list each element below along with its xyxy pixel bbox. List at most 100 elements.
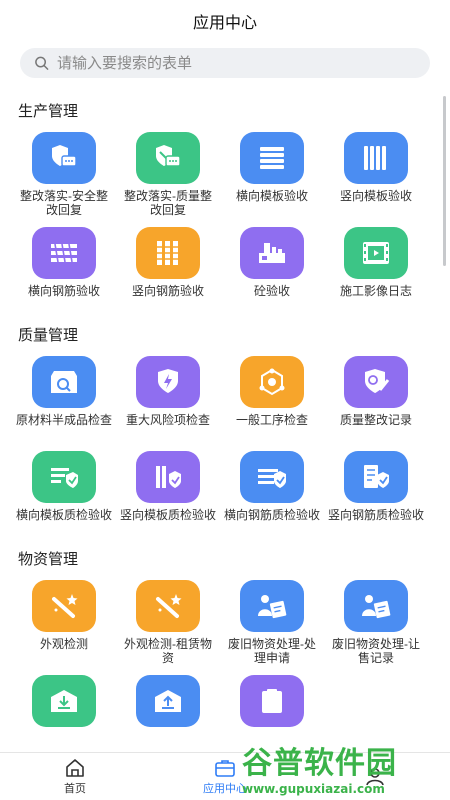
app-item[interactable]: 横向模板质检验收 [12, 451, 116, 536]
search-bar [0, 42, 450, 86]
app-tile[interactable] [344, 580, 408, 632]
app-label: 废旧物资处理-让售记录 [332, 637, 420, 665]
magic-wand-icon [52, 594, 78, 618]
box-search-icon [51, 371, 77, 393]
section-title: 生产管理 [18, 103, 79, 120]
app-item[interactable]: 重大风险项检查 [116, 356, 220, 441]
section-title: 物资管理 [18, 551, 79, 568]
app-tile[interactable] [136, 451, 200, 503]
app-grid: 整改落实-安全整改回复 整改落实-质量整改回复 横向模板验收 竖向模板验收横向钢筋验收… [0, 132, 450, 312]
rebar-check-icon [258, 469, 286, 488]
film-icon [363, 242, 389, 264]
app-label: 横向模板质检验收 [16, 508, 113, 522]
app-grid: 外观检测 外观检测-租赁物资 废旧物资处理-处理申请 废旧物资处理-让售记录 [0, 580, 450, 752]
app-label [120, 732, 216, 752]
app-tile[interactable] [32, 356, 96, 408]
shield-chat-icon [52, 145, 77, 167]
vertical-bars-icon [364, 146, 386, 170]
shield-bolt-icon [158, 369, 178, 393]
app-item[interactable] [220, 675, 324, 752]
app-item[interactable]: 外观检测 [12, 580, 116, 665]
app-label: 横向模板验收 [235, 189, 308, 203]
app-item[interactable]: 施工影像日志 [324, 227, 428, 312]
wrench-chat-icon [156, 145, 181, 167]
app-item[interactable]: 整改落实-质量整改回复 [116, 132, 220, 217]
app-item[interactable]: 一般工序检查 [220, 356, 324, 441]
app-item[interactable]: 废旧物资处理-处理申请 [220, 580, 324, 665]
search-icon [35, 56, 49, 70]
tab-home-label: 首页 [64, 782, 86, 795]
app-label: 竖向模板验收 [339, 189, 412, 203]
tab-profile[interactable] [300, 753, 450, 800]
app-tile[interactable] [344, 132, 408, 184]
app-item[interactable]: 整改落实-安全整改回复 [12, 132, 116, 217]
app-label [16, 732, 112, 752]
list-check-icon [51, 468, 78, 488]
app-item[interactable]: 竖向钢筋验收 [116, 227, 220, 312]
search-input[interactable] [57, 54, 416, 72]
app-label: 竖向钢筋质检验收 [328, 508, 425, 522]
app-tile[interactable] [32, 675, 96, 727]
person-doc-icon [258, 595, 287, 619]
briefcase-icon [215, 759, 235, 777]
hexagon-nodes-icon [259, 368, 285, 396]
app-label: 施工影像日志 [339, 284, 412, 298]
app-item[interactable] [116, 675, 220, 752]
app-item[interactable]: 竖向模板质检验收 [116, 451, 220, 536]
app-item[interactable]: 竖向模板验收 [324, 132, 428, 217]
app-tile[interactable] [136, 675, 200, 727]
app-grid: 原材料半成品检查 重大风险项检查 一般工序检查 质量整改记录横向模板质检验收 竖向模板质… [0, 356, 450, 536]
user-icon [366, 767, 384, 785]
app-item[interactable]: 砼验收 [220, 227, 324, 312]
magic-wand-icon [156, 594, 182, 618]
doc-check-icon [364, 465, 389, 488]
app-item[interactable]: 横向钢筋验收 [12, 227, 116, 312]
app-tile[interactable] [32, 227, 96, 279]
rebar-vertical-icon [157, 241, 178, 265]
bars-check-icon [156, 466, 181, 488]
tab-home[interactable]: 首页 [0, 753, 150, 800]
person-doc-icon [362, 595, 391, 619]
app-tile[interactable] [136, 227, 200, 279]
app-label: 整改落实-质量整改回复 [124, 189, 212, 217]
scrollbar[interactable] [443, 96, 446, 266]
tab-app-center[interactable]: 应用中心 [150, 753, 300, 800]
app-label: 废旧物资处理-处理申请 [228, 637, 316, 665]
tab-app-center-label: 应用中心 [203, 782, 247, 795]
search-box[interactable] [20, 48, 430, 78]
app-tile[interactable] [240, 675, 304, 727]
app-item[interactable]: 外观检测-租赁物资 [116, 580, 220, 665]
app-tile[interactable] [32, 451, 96, 503]
app-label: 横向钢筋验收 [27, 284, 100, 298]
app-tile[interactable] [344, 227, 408, 279]
app-item[interactable]: 竖向钢筋质检验收 [324, 451, 428, 536]
section-title: 质量管理 [18, 327, 79, 344]
page-title: 应用中心 [192, 15, 257, 32]
app-item[interactable]: 质量整改记录 [324, 356, 428, 441]
app-tile[interactable] [240, 451, 304, 503]
horizontal-bars-icon [260, 147, 284, 169]
app-list[interactable]: 生产管理整改落实-安全整改回复 整改落实-质量整改回复 横向模板验收 竖向模板验收横向… [0, 88, 450, 752]
app-tile[interactable] [136, 580, 200, 632]
app-item[interactable]: 废旧物资处理-让售记录 [324, 580, 428, 665]
app-item[interactable] [12, 675, 116, 752]
app-tile[interactable] [32, 580, 96, 632]
shield-edit-icon [365, 369, 390, 393]
app-label: 砼验收 [253, 284, 290, 298]
app-tile[interactable] [344, 356, 408, 408]
warehouse-out-icon [155, 690, 181, 712]
app-tile[interactable] [240, 356, 304, 408]
app-tile[interactable] [240, 132, 304, 184]
app-tile[interactable] [32, 132, 96, 184]
app-tile[interactable] [136, 356, 200, 408]
app-label: 重大风险项检查 [125, 413, 210, 427]
app-item[interactable]: 横向钢筋质检验收 [220, 451, 324, 536]
clipboard-icon [262, 689, 282, 713]
page-header: 应用中心 [0, 0, 450, 42]
app-item[interactable]: 原材料半成品检查 [12, 356, 116, 441]
app-item[interactable]: 横向模板验收 [220, 132, 324, 217]
app-tile[interactable] [240, 580, 304, 632]
app-tile[interactable] [136, 132, 200, 184]
app-tile[interactable] [344, 451, 408, 503]
app-tile[interactable] [240, 227, 304, 279]
